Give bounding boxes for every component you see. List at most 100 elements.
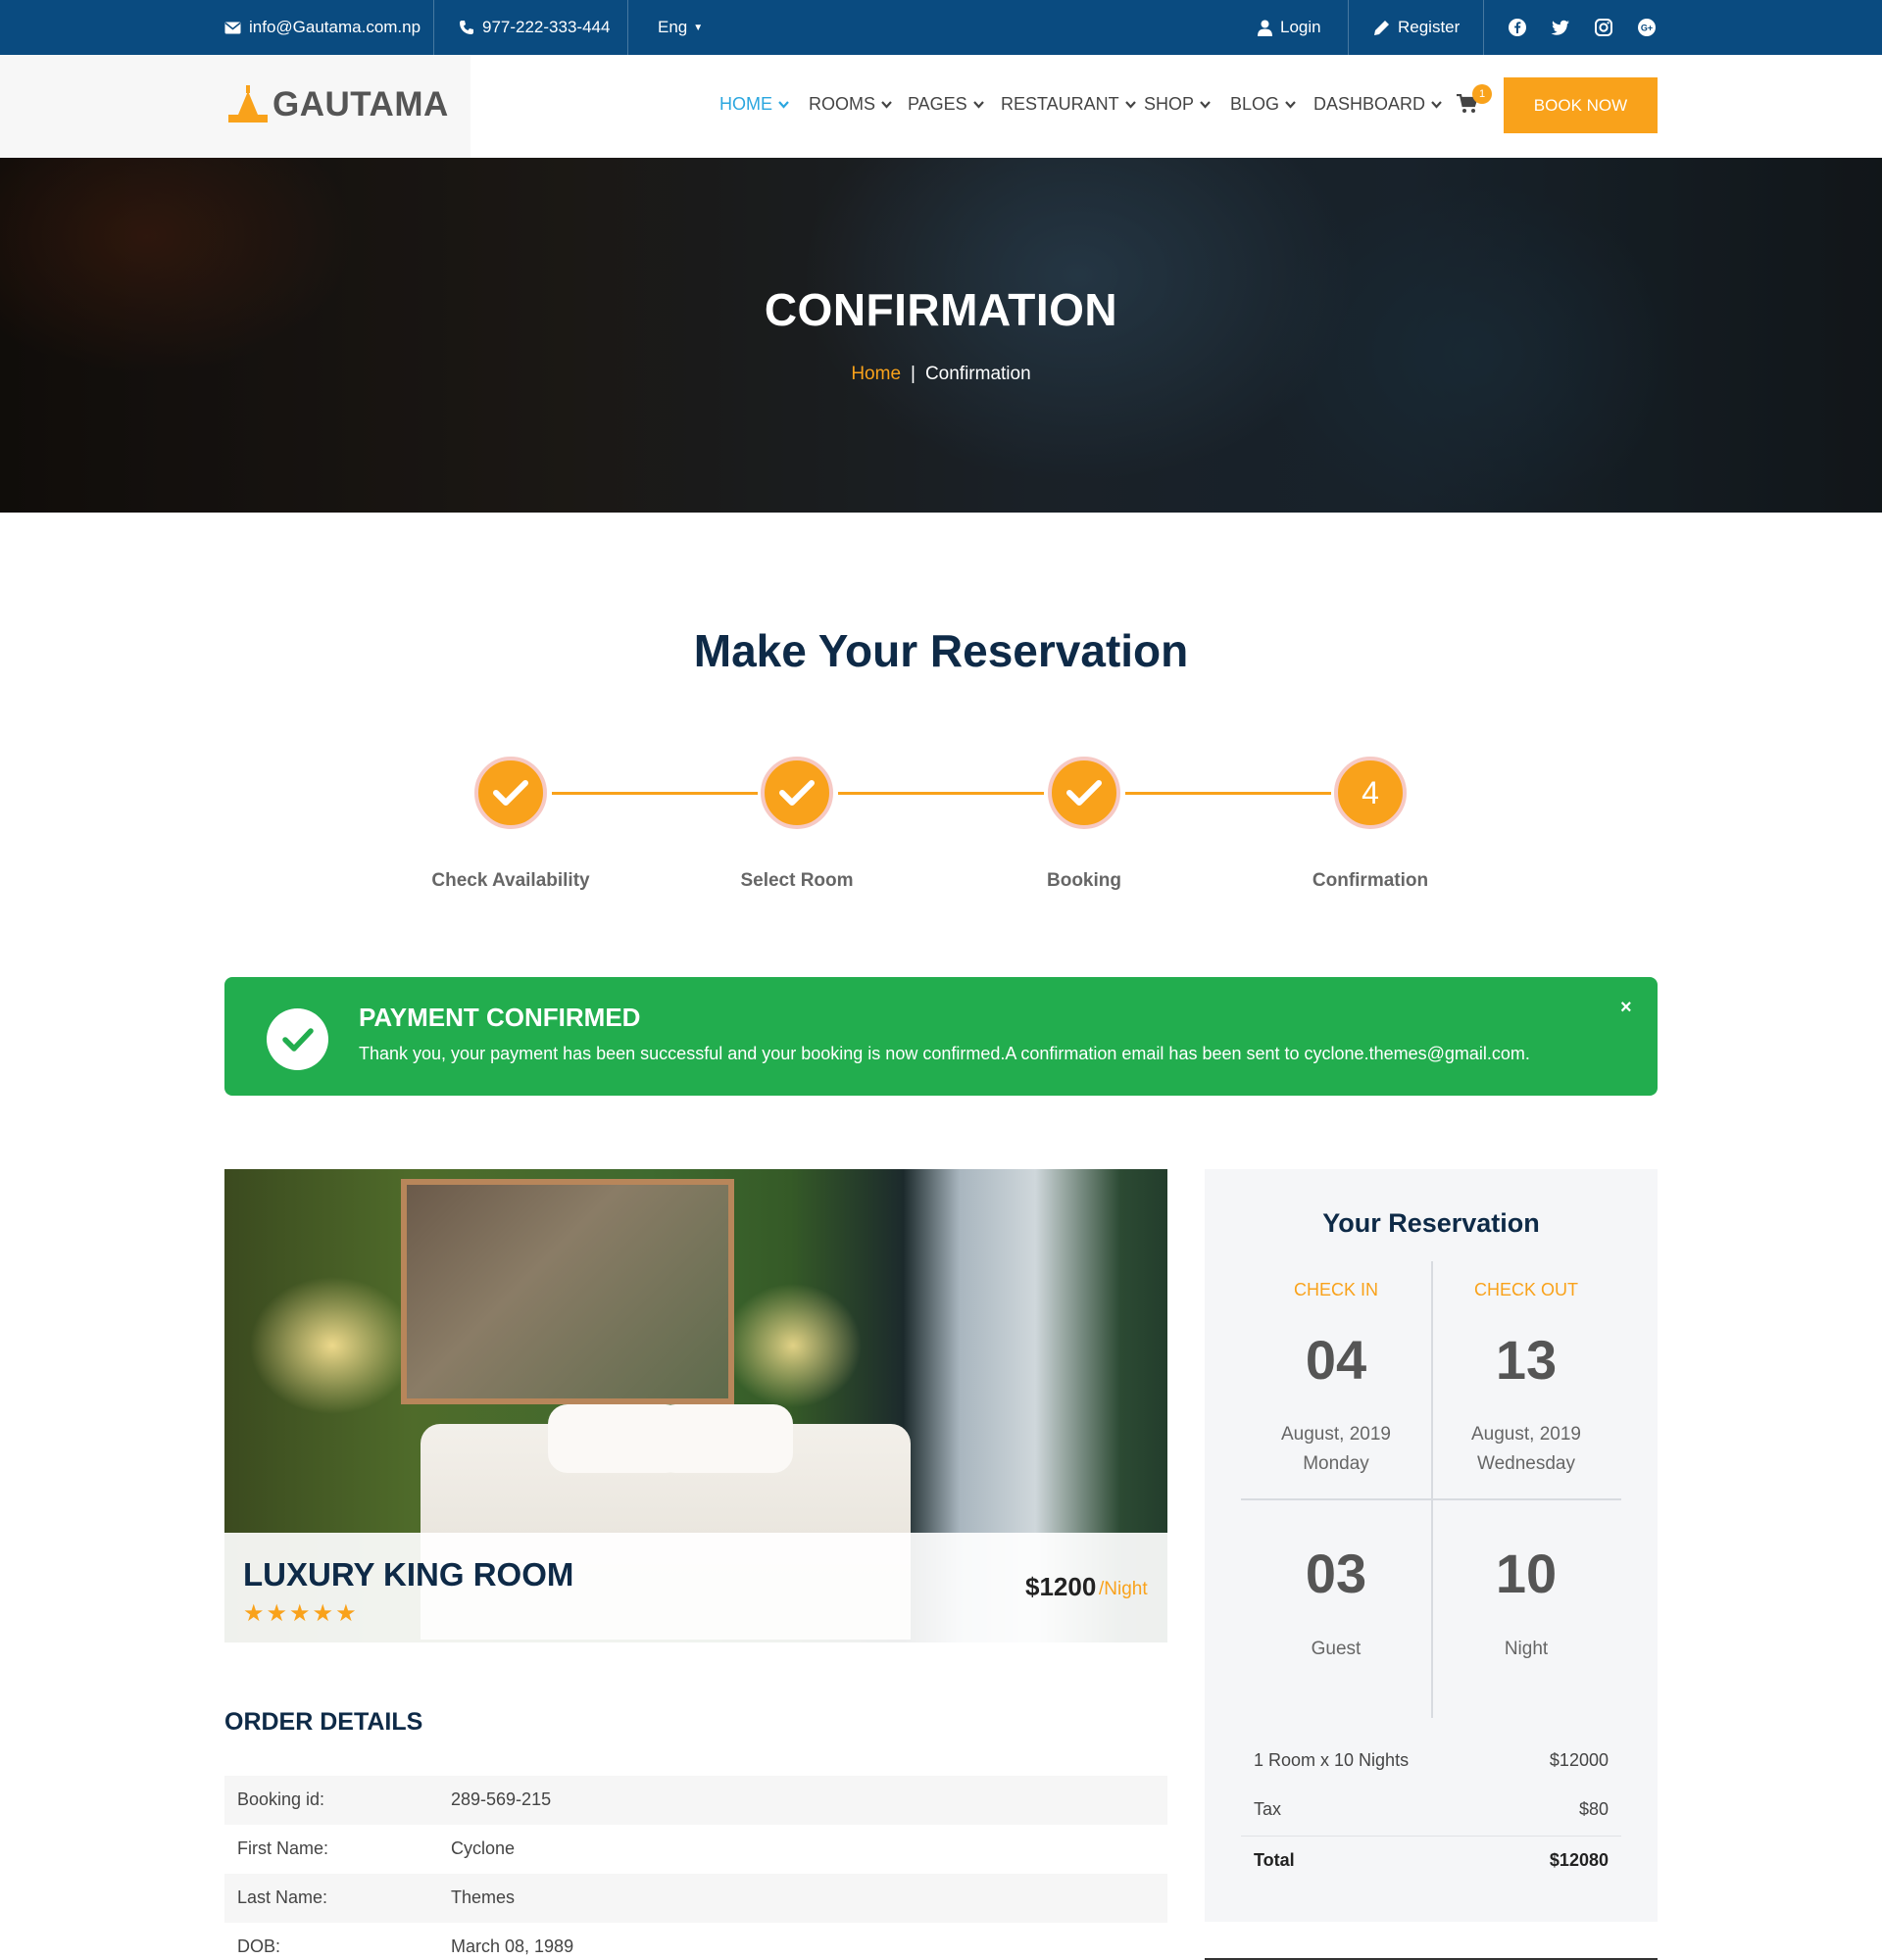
pencil-icon [1374,20,1389,35]
site-header: GAUTAMA HOME ROOMS PAGES RESTAURANT SHOP… [0,55,1882,158]
price-line-label: Tax [1254,1799,1282,1819]
nav-dashboard[interactable]: DASHBOARD [1313,94,1442,115]
room-price-unit: /Night [1099,1579,1148,1599]
google-plus-icon[interactable]: G+ [1637,18,1657,37]
envelope-icon [224,22,241,33]
room-image-pillow [656,1404,793,1473]
room-rating-stars: ★★★★★ [243,1600,359,1627]
language-value: Eng [658,18,688,36]
page-hero: CONFIRMATION Home | Confirmation [0,158,1882,513]
divider [1241,1498,1621,1500]
svg-text:G+: G+ [1641,24,1653,33]
guest-count: 03 [1305,1543,1367,1604]
divider [627,0,628,55]
nav-restaurant-label: RESTAURANT [1001,94,1119,114]
order-details-title: ORDER DETAILS [224,1708,423,1736]
book-now-button[interactable]: BOOK NOW [1504,77,1658,133]
step-1-label: Check Availability [431,870,590,891]
success-check-icon [267,1008,328,1070]
order-label: Last Name: [237,1887,328,1907]
guest-label: Guest [1311,1639,1362,1659]
price-total: Total $12080 [1254,1850,1609,1871]
step-4-label: Confirmation [1312,870,1429,891]
language-select[interactable]: Eng ▼ [658,0,703,55]
price-line-amount: $80 [1578,1799,1609,1819]
user-icon [1258,20,1272,36]
divider [1348,0,1349,55]
section-title: Make Your Reservation [693,625,1189,676]
top-bar: info@Gautama.com.np 977-222-333-444 Eng … [0,0,1882,55]
order-value: March 08, 1989 [451,1936,574,1956]
step-connector [552,792,758,795]
nav-pages-label: PAGES [908,94,967,114]
step-3-circle [1048,757,1120,829]
checkmark-icon [1066,780,1102,806]
checkmark-icon [779,780,815,806]
nav-blog-label: BLOG [1230,94,1280,114]
order-value: 289-569-215 [451,1789,552,1809]
check-in-label: CHECK IN [1293,1280,1378,1299]
price-line-label: 1 Room x 10 Nights [1254,1750,1410,1770]
step-1-circle [474,757,547,829]
phone-icon [460,21,473,34]
room-name: LUXURY KING ROOM [243,1556,574,1592]
nav-restaurant[interactable]: RESTAURANT [1001,94,1136,115]
check-in-day: 04 [1305,1329,1367,1391]
chevron-down-icon [881,100,892,109]
room-image-mirror [401,1179,734,1404]
register-link[interactable]: Register [1373,0,1460,55]
caret-down-icon: ▼ [693,22,704,33]
price-line-amount: $12000 [1549,1750,1609,1770]
login-link[interactable]: Login [1258,0,1321,55]
nav-dashboard-label: DASHBOARD [1313,94,1426,114]
step-connector [838,792,1044,795]
chevron-down-icon [778,100,789,109]
phone-link[interactable]: 977-222-333-444 [459,0,610,55]
night-label: Night [1504,1639,1549,1659]
email-text: info@Gautama.com.np [249,18,421,36]
phone-text: 977-222-333-444 [482,18,611,36]
chevron-down-icon [1285,100,1296,109]
check-out-day: 13 [1495,1329,1558,1391]
night-count: 10 [1495,1543,1558,1604]
stupa-logo-icon [228,85,268,122]
breadcrumb-current: Confirmation [924,364,1031,384]
breadcrumb-separator: | [911,364,916,384]
price-line: Tax $80 [1254,1799,1609,1820]
email-link[interactable]: info@Gautama.com.np [224,0,421,55]
step-2-label: Select Room [740,870,854,891]
alert-title: PAYMENT CONFIRMED [359,1003,641,1032]
order-label: DOB: [237,1936,281,1956]
nav-rooms-label: ROOMS [809,94,876,114]
breadcrumb-home-link[interactable]: Home [851,364,901,384]
nav-shop[interactable]: SHOP [1144,94,1211,115]
table-row: DOB: March 08, 1989 [224,1923,1167,1960]
order-value: Cyclone [451,1838,516,1858]
nav-rooms[interactable]: ROOMS [809,94,892,115]
logo-text: GAUTAMA [272,85,449,123]
nav-blog[interactable]: BLOG [1230,94,1296,115]
page-title: CONFIRMATION [764,284,1118,335]
twitter-icon[interactable] [1551,18,1570,37]
nav-home-label: HOME [719,94,772,114]
nav-pages[interactable]: PAGES [908,94,984,115]
step-connector [1125,792,1331,795]
step-4-circle: 4 [1334,757,1407,829]
facebook-icon[interactable] [1508,18,1527,37]
cart-count-badge: 1 [1472,84,1492,104]
price-line: 1 Room x 10 Nights $12000 [1254,1750,1609,1771]
logo[interactable]: GAUTAMA [225,80,449,129]
nav-home[interactable]: HOME [719,94,789,115]
chevron-down-icon [972,100,984,109]
step-2-circle [761,757,833,829]
divider [1483,0,1484,55]
price-total-label: Total [1254,1850,1295,1870]
instagram-icon[interactable] [1594,18,1613,37]
divider [1241,1836,1621,1837]
summary-title: Your Reservation [1322,1208,1540,1238]
table-row: Last Name: Themes [224,1874,1167,1923]
check-in-month: August, 2019 [1281,1424,1391,1445]
room-price: $1200 [1025,1572,1097,1601]
breadcrumb: Home | Confirmation [0,364,1882,385]
close-icon[interactable]: × [1620,997,1632,1019]
